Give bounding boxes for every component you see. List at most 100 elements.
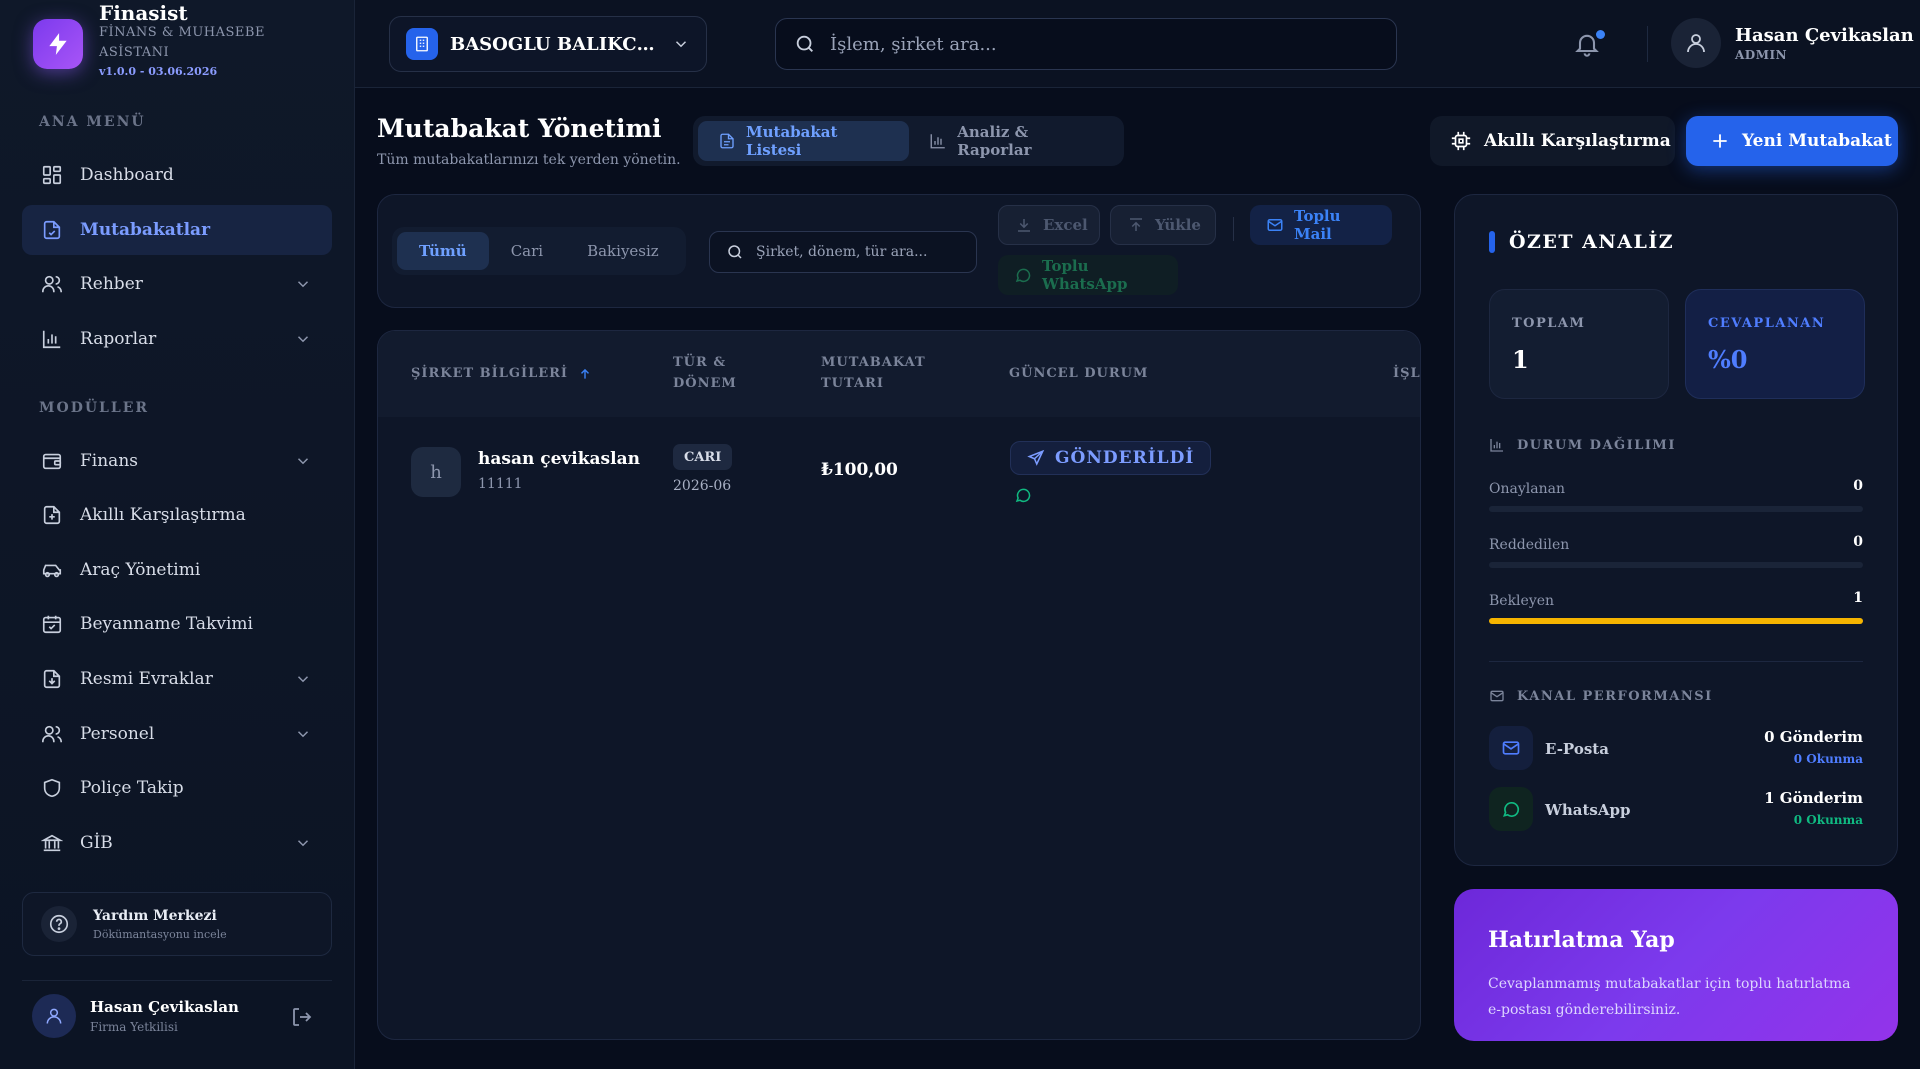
stat-value: %0 (1708, 345, 1748, 374)
sidebar-user-role: Firma Yetkilisi (90, 1019, 178, 1034)
tab-label: Analiz & Raporlar (957, 123, 1032, 159)
car-icon (40, 558, 64, 582)
stat-label: TOPLAM (1512, 316, 1586, 331)
reminder-card[interactable]: Hatırlatma Yap Cevaplanmamış mutabakatla… (1454, 889, 1898, 1041)
sidebar-item-dashboard[interactable]: Dashboard (22, 150, 332, 200)
avatar (1671, 18, 1721, 68)
user-menu[interactable]: Hasan Çevikaslan ADMIN (1671, 18, 1914, 68)
sidebar-item-label: Resmi Evraklar (80, 669, 213, 689)
avatar: h (411, 447, 461, 497)
sidebar-item-police-takip[interactable]: Poliçe Takip (22, 763, 332, 813)
sidebar-item-gib[interactable]: GİB (22, 818, 332, 868)
sidebar-item-raporlar[interactable]: Raporlar (22, 314, 332, 364)
filter-tab-bakiyesiz[interactable]: Bakiyesiz (565, 232, 681, 270)
bar-chart-icon (929, 132, 947, 150)
column-header-company[interactable]: ŞİRKET BİLGİLERİ (411, 363, 592, 384)
channel-email: E-Posta 0 Gönderim 0 Okunma (1489, 726, 1863, 772)
excel-button[interactable]: Excel (998, 205, 1100, 245)
tab-mutabakat-listesi[interactable]: Mutabakat Listesi (698, 121, 910, 161)
sidebar-item-akilli-karsilastirma[interactable]: Akıllı Karşılaştırma (22, 490, 332, 540)
sidebar-item-personel[interactable]: Personel (22, 709, 332, 759)
filter-toolbar: Tümü Cari Bakiyesiz Şirket, dönem, tür a… (377, 194, 1421, 308)
distribution-row-rejected: Reddedilen 0 (1489, 534, 1863, 568)
file-compare-icon (40, 503, 64, 527)
progress-track (1489, 618, 1863, 624)
brand[interactable]: Finasist FİNANS & MUHASEBE ASİSTANI v1.0… (33, 0, 269, 88)
upload-label: Yükle (1155, 216, 1201, 234)
sidebar-item-resmi-evraklar[interactable]: Resmi Evraklar (22, 654, 332, 704)
sidebar-item-label: Raporlar (80, 329, 157, 349)
company-code: 11111 (478, 476, 523, 492)
chip-icon (1450, 130, 1472, 152)
distribution-label: Reddedilen (1489, 537, 1570, 553)
modules-label: MODÜLLER (39, 400, 150, 416)
sidebar-user: Hasan Çevikaslan Firma Yetkilisi (22, 980, 332, 1050)
distribution-count: 1 (1853, 590, 1863, 606)
table-search-input[interactable]: Şirket, dönem, tür ara... (709, 231, 977, 273)
column-header-actions: İŞLEMLER (1393, 366, 1421, 381)
user-role: ADMIN (1735, 47, 1788, 62)
stat-label: CEVAPLANAN (1708, 316, 1826, 331)
sidebar-item-beyanname-takvimi[interactable]: Beyanname Takvimi (22, 599, 332, 649)
bulk-mail-button[interactable]: Toplu Mail (1250, 205, 1392, 245)
tab-analiz-raporlar[interactable]: Analiz & Raporlar (909, 121, 1119, 161)
mail-icon (1489, 688, 1505, 704)
excel-label: Excel (1043, 216, 1088, 234)
upload-button[interactable]: Yükle (1110, 205, 1216, 245)
main-menu-label: ANA MENÜ (39, 114, 146, 130)
reminder-text: Cevaplanmamış mutabakatlar için toplu ha… (1488, 976, 1851, 1018)
reconciliation-table: ŞİRKET BİLGİLERİ TÜR & DÖNEM MUTABAKAT T… (377, 330, 1421, 1040)
distribution-row-approved: Onaylanan 0 (1489, 478, 1863, 512)
summary-title-label: ÖZET ANALİZ (1509, 231, 1675, 253)
sidebar: Finasist FİNANS & MUHASEBE ASİSTANI v1.0… (0, 0, 355, 1069)
stat-total: TOPLAM 1 (1489, 289, 1669, 399)
company-name: hasan çevikaslan (478, 449, 640, 469)
smart-compare-button[interactable]: Akıllı Karşılaştırma (1430, 116, 1675, 166)
calendar-icon (40, 612, 64, 636)
logout-icon[interactable] (290, 1005, 314, 1029)
document-icon (718, 132, 736, 150)
search-icon (728, 245, 742, 259)
brand-version: v1.0.0 - 03.06.2026 (99, 64, 218, 78)
filter-tab-cari[interactable]: Cari (489, 232, 565, 270)
help-subtitle: Dökümantasyonu incele (93, 927, 227, 941)
column-header-label: DÖNEM (673, 376, 737, 391)
search-placeholder: İşlem, şirket ara... (830, 33, 997, 55)
channel-whatsapp: WhatsApp 1 Gönderim 0 Okunma (1489, 787, 1863, 833)
wallet-icon (40, 449, 64, 473)
view-tabs: Mutabakat Listesi Analiz & Raporlar (693, 116, 1124, 166)
summary-panel: ÖZET ANALİZ TOPLAM 1 CEVAPLANAN %0 DURUM… (1454, 194, 1898, 866)
upload-icon (1127, 216, 1145, 234)
grid-icon (40, 163, 64, 187)
topbar: BASOGLU BALIKCILIK İşlem, şirket ara... … (355, 0, 1920, 88)
whatsapp-icon[interactable] (1014, 486, 1032, 504)
sidebar-item-label: Personel (80, 724, 155, 744)
sidebar-item-label: Rehber (80, 274, 143, 294)
divider (1647, 26, 1648, 62)
sidebar-item-mutabakatlar[interactable]: Mutabakatlar (22, 205, 332, 255)
channel-sent: 0 Gönderim (1764, 728, 1863, 746)
brand-name: Finasist (99, 0, 188, 25)
sidebar-item-label: Akıllı Karşılaştırma (80, 505, 246, 525)
filter-tab-tumu[interactable]: Tümü (397, 232, 489, 270)
sidebar-item-arac-yonetimi[interactable]: Araç Yönetimi (22, 545, 332, 595)
sidebar-item-finans[interactable]: Finans (22, 436, 332, 486)
bulk-whatsapp-button[interactable]: Toplu WhatsApp (998, 255, 1178, 295)
sidebar-item-label: Finans (80, 451, 138, 471)
company-select[interactable]: BASOGLU BALIKCILIK (389, 16, 707, 72)
smart-compare-label: Akıllı Karşılaştırma (1484, 131, 1671, 151)
users-icon (40, 272, 64, 296)
whatsapp-icon (1014, 266, 1032, 284)
new-reconciliation-button[interactable]: Yeni Mutabakat (1686, 116, 1898, 166)
sidebar-item-rehber[interactable]: Rehber (22, 259, 332, 309)
distribution-label: Onaylanan (1489, 481, 1565, 497)
distribution-label: Bekleyen (1489, 593, 1555, 609)
users-icon (40, 722, 64, 746)
lightning-icon (33, 19, 83, 69)
building-icon (406, 28, 438, 60)
filter-tabs: Tümü Cari Bakiyesiz (392, 227, 686, 275)
help-center-card[interactable]: Yardım Merkezi Dökümantasyonu incele (22, 892, 332, 956)
column-header-type-period: TÜR & DÖNEM (673, 352, 737, 394)
help-circle-icon (41, 906, 77, 942)
global-search-input[interactable]: İşlem, şirket ara... (775, 18, 1397, 70)
